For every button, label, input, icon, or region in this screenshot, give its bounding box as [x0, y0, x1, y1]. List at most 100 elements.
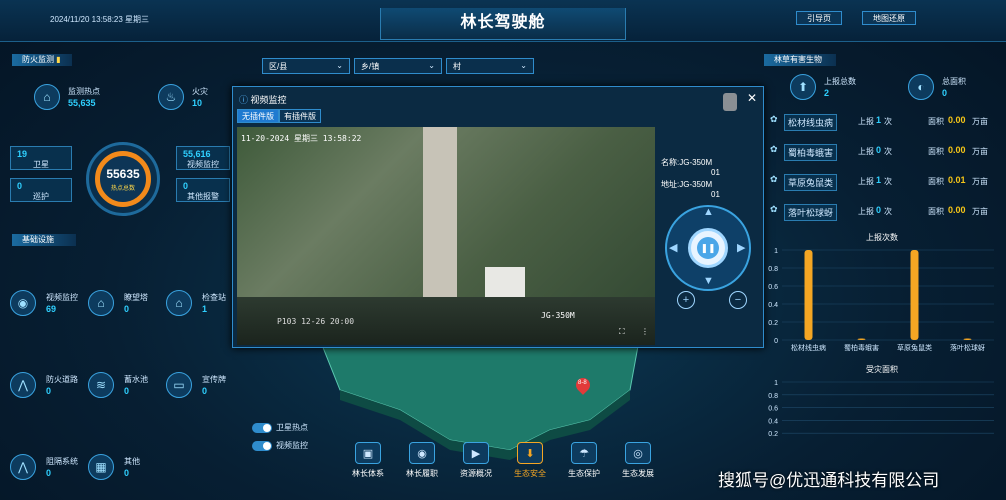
bottom-nav-resource[interactable]: ▶ 资源概况: [454, 442, 498, 479]
other-alarm-value: 0: [183, 181, 189, 191]
video-osd-bottom: P103 12-26 20:00: [277, 317, 355, 326]
pest-icon: ✿: [770, 204, 778, 214]
toggle-video-row[interactable]: 视频监控: [252, 440, 308, 451]
nav-map-reset-button[interactable]: 地图还原: [862, 11, 916, 25]
satellite-label: 卫星: [33, 160, 49, 169]
pest-report-unit: 次: [884, 207, 892, 216]
modal-title: 视频监控: [250, 95, 287, 105]
tab-no-plugin[interactable]: 无插件版: [237, 109, 279, 123]
video-alarm-label: 视频监控: [187, 160, 219, 169]
infra-item-tower[interactable]: ⌂ 瞭望塔 0: [88, 290, 148, 316]
hotspot-icon: ⌂: [34, 84, 60, 110]
x-tick-label: 蜀柏毒蛾害: [844, 343, 879, 352]
pest-row[interactable]: ✿ 落叶松球蚜 上报 0 次 面积 0.00 万亩: [766, 202, 998, 222]
ptz-left-icon[interactable]: ◀: [669, 241, 677, 254]
pest-area-unit: 万亩: [972, 147, 988, 156]
disaster-area-chart: 1 0.8 0.6 0.4 0.2: [768, 380, 994, 438]
map-region[interactable]: [300, 330, 660, 460]
pest-row[interactable]: ✿ 松材线虫病 上报 1 次 面积 0.00 万亩: [766, 112, 998, 132]
pest-report-label: 上报: [858, 177, 874, 186]
protection-icon: ☂: [571, 442, 597, 464]
infra-item-reservoir[interactable]: ≋ 蓄水池 0: [88, 372, 148, 398]
video-feed[interactable]: 11-20-2024 星期三 13:58:22 P103 12-26 20:00…: [237, 127, 655, 345]
pest-report-value: 1: [876, 115, 882, 125]
toggle-satellite-row[interactable]: 卫星热点: [252, 422, 308, 433]
ptz-control[interactable]: ▲ ▼ ◀ ▶ ❚❚: [665, 205, 751, 291]
ptz-up-icon[interactable]: ▲: [703, 206, 714, 218]
village-select[interactable]: 村 ⌄: [446, 58, 534, 74]
y-tick-label: 0.2: [768, 320, 778, 327]
y-tick-label: 1: [774, 380, 778, 387]
infra-value: 1: [202, 304, 208, 314]
hotspot-value: 55,635: [68, 98, 96, 108]
infra-section-header: 基础设施: [12, 234, 76, 246]
hierarchy-icon: ▣: [355, 442, 381, 464]
page-title: 林长驾驶舱: [380, 8, 626, 40]
area-total-value: 0: [942, 88, 948, 98]
bottom-nav-hierarchy[interactable]: ▣ 林长体系: [346, 442, 390, 479]
checkpoint-icon: ⌂: [166, 290, 192, 316]
zoom-in-icon[interactable]: +: [677, 291, 695, 309]
patrol-label: 巡护: [33, 192, 49, 201]
infra-value: 0: [124, 386, 130, 396]
district-select[interactable]: 区/县 ⌄: [262, 58, 350, 74]
bar-chart-icon: ▮: [56, 55, 61, 64]
ptz-down-icon[interactable]: ▼: [703, 275, 714, 287]
satellite-toggle[interactable]: [252, 422, 272, 433]
ptz-right-icon[interactable]: ▶: [737, 241, 745, 254]
pest-row[interactable]: ✿ 蜀柏毒蛾害 上报 0 次 面积 0.00 万亩: [766, 142, 998, 162]
bar: [857, 338, 866, 340]
security-icon: ⬇: [517, 442, 543, 464]
bar: [910, 250, 919, 340]
infra-item-barrier[interactable]: ⋀ 阻隔系统 0: [10, 454, 78, 480]
x-tick-label: 松材线虫病: [791, 343, 826, 352]
pest-row[interactable]: ✿ 草原兔鼠类 上报 1 次 面积 0.01 万亩: [766, 172, 998, 192]
village-select-label: 村: [453, 62, 461, 71]
bar: [804, 250, 813, 340]
map-marker-label: 8-8: [578, 380, 587, 386]
more-icon[interactable]: ⋮: [641, 327, 649, 336]
y-tick-label: 0.6: [768, 284, 778, 291]
nav-guide-button[interactable]: 引导页: [796, 11, 842, 25]
hotspot-total-ring: 55635 热点总数: [86, 142, 160, 216]
fire-label: 火灾: [192, 87, 208, 96]
infra-value: 0: [46, 386, 52, 396]
area-total-label: 总面积: [942, 77, 966, 86]
infra-item-road[interactable]: ⋀ 防火道路 0: [10, 372, 78, 398]
bottom-nav-security[interactable]: ⬇ 生态安全: [508, 442, 552, 479]
bar: [963, 338, 972, 340]
infra-item-other[interactable]: ▦ 其他 0: [88, 454, 140, 480]
patrol-box[interactable]: 0 巡护: [10, 178, 72, 202]
ptz-center-button[interactable]: ❚❚: [688, 228, 728, 268]
pest-area-label: 面积: [928, 177, 944, 186]
bottom-nav-development[interactable]: ◎ 生态发展: [616, 442, 660, 479]
bottom-nav-protection[interactable]: ☂ 生态保护: [562, 442, 606, 479]
video-camera-name: JG-350M: [541, 311, 575, 320]
pest-section-title: 林草有害生物: [774, 55, 822, 64]
other-alarm-label: 其他报警: [187, 192, 219, 201]
y-tick-label: 0.6: [768, 406, 778, 413]
video-alarm-box[interactable]: 55,616 视频监控: [176, 146, 230, 170]
infra-item-video[interactable]: ◉ 视频监控 69: [10, 290, 78, 316]
infra-item-sign[interactable]: ▭ 宣传牌 0: [166, 372, 226, 398]
pest-report-value: 0: [876, 145, 882, 155]
other-alarm-box[interactable]: 0 其他报警: [176, 178, 230, 202]
infra-item-checkpoint[interactable]: ⌂ 检查站 1: [166, 290, 226, 316]
satellite-value: 19: [17, 149, 28, 159]
pest-name: 草原兔鼠类: [784, 174, 838, 191]
infra-label: 阻隔系统: [46, 457, 78, 466]
town-select[interactable]: 乡/镇 ⌄: [354, 58, 442, 74]
zoom-out-icon[interactable]: −: [729, 291, 747, 309]
tab-with-plugin[interactable]: 有插件版: [279, 109, 321, 123]
close-icon[interactable]: ✕: [747, 91, 757, 105]
bottom-nav-duty[interactable]: ◉ 林长履职: [400, 442, 444, 479]
sign-icon: ▭: [166, 372, 192, 398]
video-modal: ⓘ 视频监控 ✕ 无插件版 有插件版 11-20-2024 星期三 13:58:…: [232, 86, 764, 348]
camera-name: 名称:JG-350M 01: [661, 157, 720, 177]
y-tick-label: 0.4: [768, 302, 778, 309]
fullscreen-icon[interactable]: ⛶: [619, 327, 625, 337]
video-toggle[interactable]: [252, 440, 272, 451]
satellite-box[interactable]: 19 卫星: [10, 146, 72, 170]
pause-icon: ❚❚: [697, 237, 719, 259]
area-icon: ◐: [908, 74, 934, 100]
